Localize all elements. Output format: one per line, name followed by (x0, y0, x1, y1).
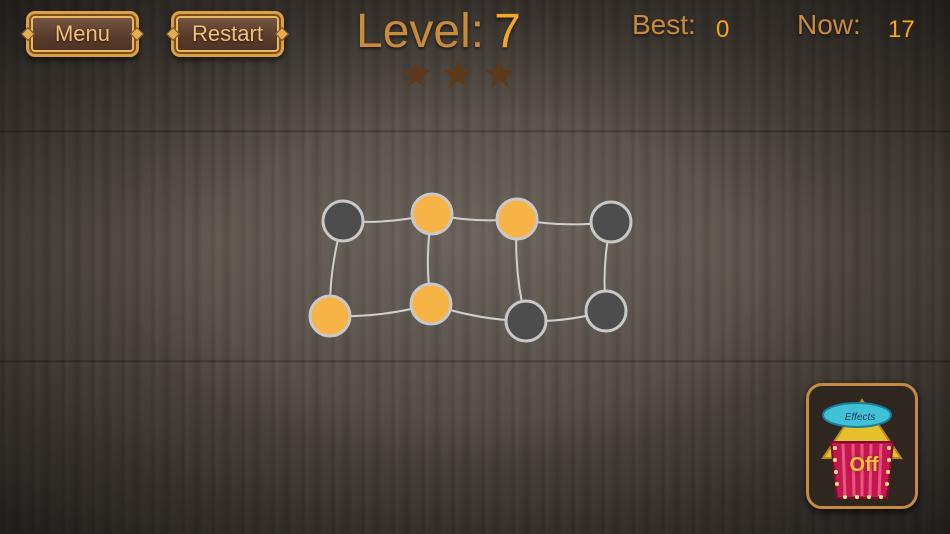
board-node-off[interactable] (589, 200, 633, 244)
effects-toggle-button[interactable]: Effects Off (806, 383, 918, 509)
board-node-on[interactable] (410, 192, 454, 236)
board-node-on[interactable] (409, 282, 453, 326)
effects-label: Effects (844, 412, 876, 423)
effects-state: Off (849, 454, 879, 476)
popcorn-box-icon (821, 398, 903, 499)
board-node-off[interactable] (504, 299, 548, 343)
board-node-on[interactable] (495, 197, 539, 241)
board-node-off[interactable] (584, 289, 628, 333)
board-node-off[interactable] (321, 199, 365, 243)
board-node-on[interactable] (308, 294, 352, 338)
